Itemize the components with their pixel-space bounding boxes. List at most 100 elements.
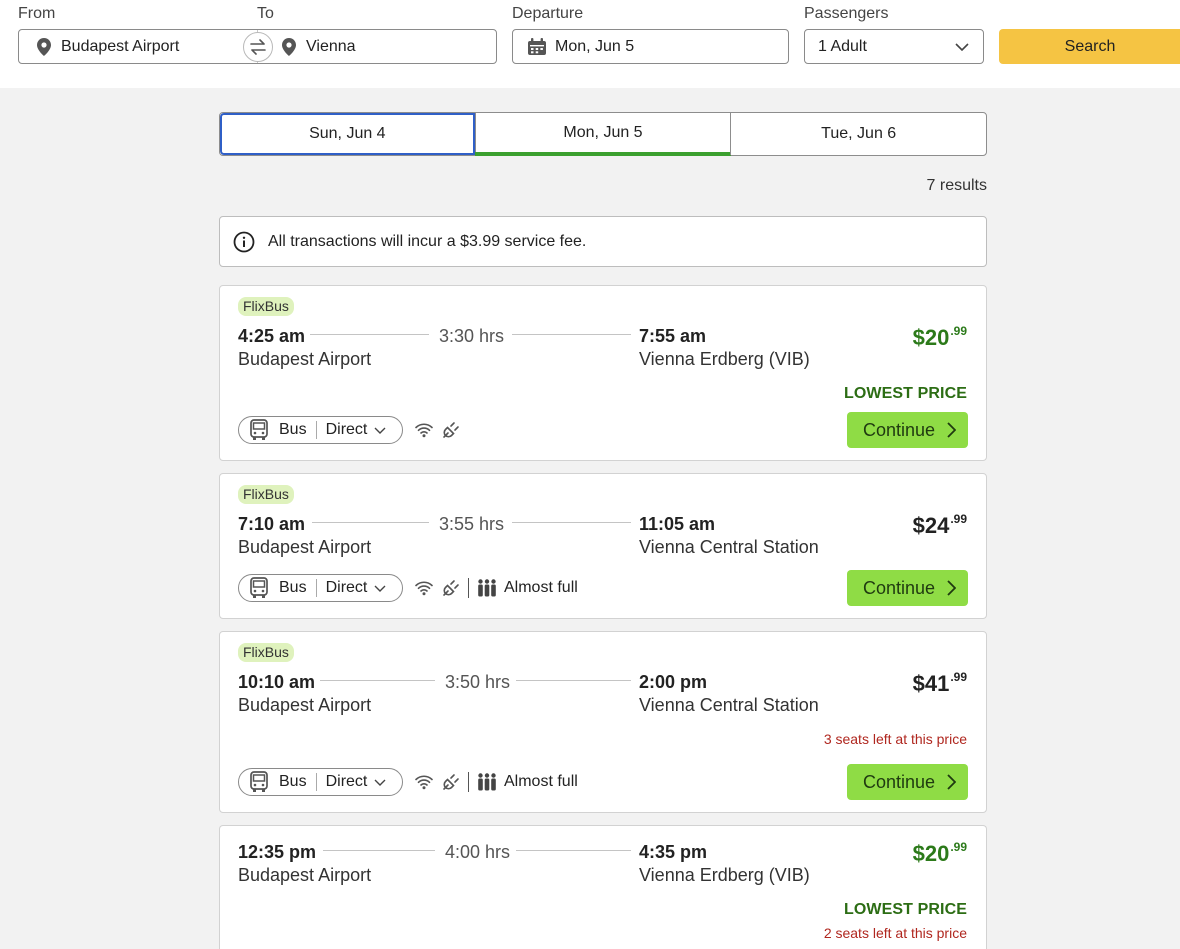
- search-bar: From To Departure Passengers Budapest Ai…: [0, 0, 1180, 88]
- operator-badge: FlixBus: [238, 485, 294, 504]
- capacity-label: Almost full: [504, 579, 578, 596]
- power-plug-icon: [443, 774, 459, 790]
- chevron-right-icon: [947, 774, 956, 790]
- divider: [468, 578, 469, 598]
- trip-details-dropdown[interactable]: Bus Direct: [238, 416, 403, 444]
- operator-badge: FlixBus: [238, 643, 294, 662]
- trip-details-dropdown[interactable]: Bus Direct: [238, 768, 403, 796]
- bus-icon: [250, 771, 268, 792]
- operator-badge: FlixBus: [238, 297, 294, 316]
- continue-button[interactable]: Continue: [847, 570, 968, 606]
- depart-time: 7:10 am: [238, 514, 306, 534]
- trip-duration: 3:50 hrs: [445, 672, 511, 692]
- trip-details-dropdown[interactable]: Bus Direct: [238, 574, 403, 602]
- divider: [315, 579, 317, 597]
- tab-date-selected[interactable]: Mon, Jun 5: [474, 113, 732, 156]
- divider: [315, 421, 317, 439]
- depart-time: 4:25 am: [238, 326, 306, 346]
- price-cents: .99: [950, 512, 967, 526]
- departure-input[interactable]: Mon, Jun 5: [512, 29, 789, 64]
- continue-button[interactable]: Continue: [847, 764, 968, 800]
- map-pin-icon: [282, 37, 296, 56]
- to-value: Vienna: [306, 37, 356, 55]
- trip-price: $20.99: [913, 840, 967, 867]
- amenities: Almost full: [415, 578, 578, 598]
- seats-left-warning: 2 seats left at this price: [823, 925, 967, 941]
- trip-price: $41.99: [912, 670, 967, 697]
- bus-icon: [250, 577, 268, 598]
- arrive-time: 4:35 pm: [639, 842, 708, 862]
- arrive-station: Vienna Erdberg (VIB): [639, 349, 810, 369]
- price-main: $41: [912, 671, 950, 696]
- people-icon: [478, 773, 496, 791]
- power-plug-icon: [443, 422, 459, 438]
- route-type-label: Direct: [325, 773, 368, 790]
- timeline-divider: [516, 680, 631, 681]
- continue-label: Continue: [863, 577, 936, 598]
- trip-price: $20.99: [913, 324, 967, 351]
- route-type-label: Direct: [325, 421, 368, 438]
- amenities: Almost full: [415, 772, 578, 792]
- swap-icon: [250, 39, 266, 55]
- timeline-divider: [323, 850, 435, 851]
- timeline-divider: [312, 522, 429, 523]
- lowest-price-label: LOWEST PRICE: [844, 901, 967, 918]
- passengers-label: Passengers: [804, 5, 889, 22]
- route-type-label: Direct: [325, 579, 368, 596]
- swap-button[interactable]: [243, 32, 273, 62]
- passengers-select[interactable]: 1 Adult: [804, 29, 984, 64]
- search-button[interactable]: Search: [999, 29, 1180, 64]
- timeline-divider: [512, 522, 631, 523]
- passengers-value: 1 Adult: [818, 37, 867, 55]
- price-cents: .99: [950, 840, 967, 854]
- calendar-icon: [528, 37, 546, 55]
- power-plug-icon: [443, 580, 459, 596]
- depart-station: Budapest Airport: [238, 537, 372, 557]
- departure-value: Mon, Jun 5: [555, 37, 635, 55]
- mode-label: Bus: [279, 421, 307, 438]
- price-main: $24: [912, 513, 950, 538]
- people-icon: [478, 579, 496, 597]
- continue-button[interactable]: Continue: [847, 412, 968, 448]
- arrive-station: Vienna Erdberg (VIB): [639, 865, 810, 885]
- depart-station: Budapest Airport: [238, 695, 372, 715]
- divider: [315, 773, 317, 791]
- trip-price: $24.99: [912, 512, 967, 539]
- chevron-right-icon: [947, 422, 956, 438]
- to-input[interactable]: Vienna: [258, 30, 496, 63]
- chevron-down-icon: [955, 42, 969, 51]
- service-fee-notice: All transactions will incur a $3.99 serv…: [219, 216, 987, 267]
- arrive-time: 7:55 am: [639, 326, 707, 346]
- from-label: From: [18, 5, 56, 22]
- trip-duration: 4:00 hrs: [445, 842, 511, 862]
- continue-label: Continue: [863, 419, 936, 440]
- capacity-label: Almost full: [504, 773, 578, 790]
- continue-label: Continue: [863, 771, 936, 792]
- arrive-time: 11:05 am: [639, 514, 716, 534]
- mode-label: Bus: [279, 579, 307, 596]
- trip-card: 12:35 pm 4:00 hrs 4:35 pm Budapest Airpo…: [219, 825, 987, 949]
- depart-time: 12:35 pm: [238, 842, 317, 862]
- price-cents: .99: [950, 324, 967, 338]
- from-input[interactable]: Budapest Airport: [19, 30, 258, 63]
- trip-card: FlixBus 7:10 am 3:55 hrs 11:05 am Budape…: [219, 473, 987, 619]
- divider: [468, 772, 469, 792]
- lowest-price-label: LOWEST PRICE: [844, 385, 967, 402]
- from-to-field: Budapest Airport Vienna: [18, 29, 497, 64]
- arrive-station: Vienna Central Station: [639, 695, 819, 715]
- arrive-station: Vienna Central Station: [639, 537, 819, 557]
- to-label: To: [257, 5, 274, 22]
- trip-duration: 3:55 hrs: [439, 514, 505, 534]
- timeline-divider: [512, 334, 631, 335]
- date-tabs: Sun, Jun 4 Mon, Jun 5 Tue, Jun 6: [219, 112, 987, 156]
- depart-station: Budapest Airport: [238, 349, 372, 369]
- arrive-time: 2:00 pm: [639, 672, 708, 692]
- trip-card: FlixBus 4:25 am 3:30 hrs 7:55 am Budapes…: [219, 285, 987, 461]
- tab-date-prev[interactable]: Sun, Jun 4: [220, 113, 475, 155]
- mode-label: Bus: [279, 773, 307, 790]
- trip-card: FlixBus 10:10 am 3:50 hrs 2:00 pm Budape…: [219, 631, 987, 813]
- price-cents: .99: [950, 670, 967, 684]
- tab-date-next[interactable]: Tue, Jun 6: [730, 113, 986, 155]
- results-count: 7 results: [926, 177, 987, 194]
- wifi-icon: [415, 775, 433, 790]
